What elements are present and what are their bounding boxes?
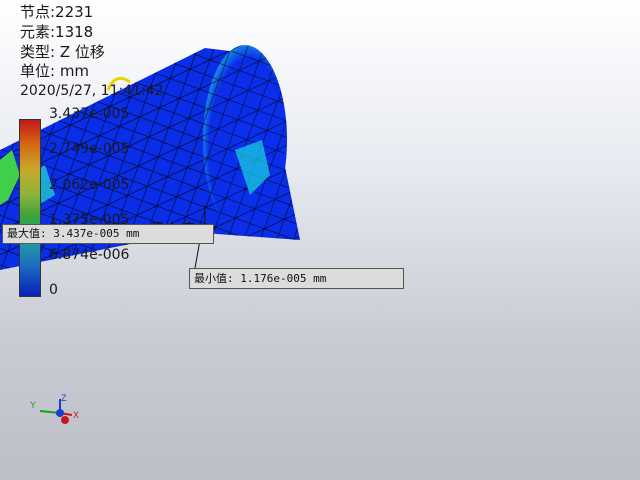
legend-tick: 2.749e-005 [49,141,130,157]
timestamp: 2020/5/27, 11:41:42 [20,83,164,99]
legend-tick: 6.874e-006 [49,247,130,263]
legend-tick: 2.062e-005 [49,177,130,193]
unit-label: 单位: mm [20,62,90,80]
max-value-callout[interactable]: 最大值: 3.437e-005 mm [2,224,214,244]
element-count: 元素:1318 [20,23,94,41]
min-leader [194,239,201,269]
min-value-callout[interactable]: 最小值: 1.176e-005 mm [189,268,404,289]
axis-x-label: X [73,410,79,420]
color-legend-bar [19,119,41,297]
axis-y-label: Y [30,400,36,410]
node-count: 节点:2231 [20,3,94,21]
legend-tick: 3.437e-005 [49,106,130,122]
result-type: 类型: Z 位移 [20,43,105,61]
legend-tick: 0 [49,282,58,298]
axis-triad[interactable]: Y Z X [22,393,82,433]
axis-z-label: Z [61,393,67,403]
